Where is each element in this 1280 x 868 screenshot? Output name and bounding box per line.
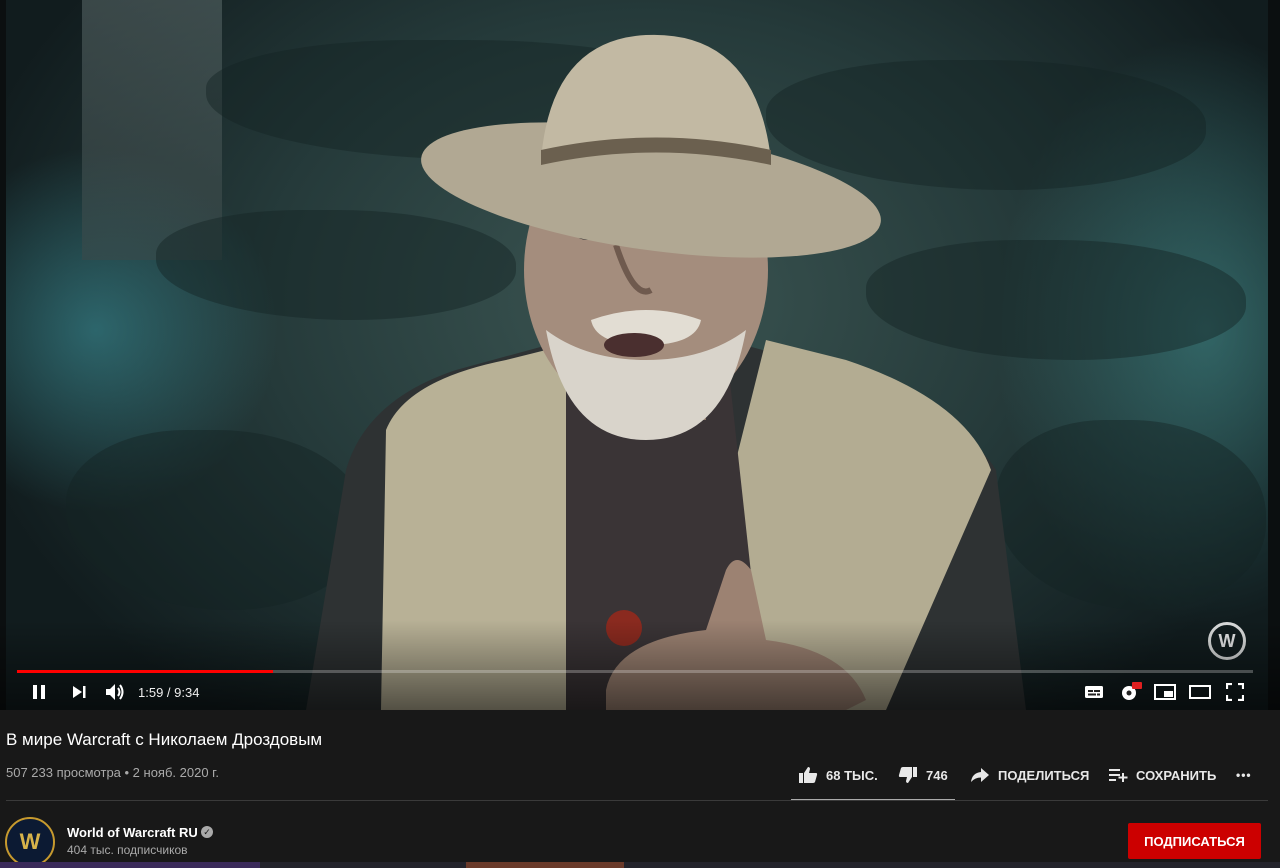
video-player[interactable]: W 1:59 / 9:34 [0,0,1280,710]
share-button[interactable]: ПОДЕЛИТЬСЯ [970,762,1089,788]
video-frame[interactable]: W [6,0,1268,710]
share-arrow-icon [971,768,989,782]
bottom-strip [0,862,1280,868]
share-label: ПОДЕЛИТЬСЯ [998,767,1090,783]
thumbs-up-icon [799,767,818,783]
like-count: 68 ТЫС. [826,767,878,783]
pause-icon [33,685,45,699]
dislike-count: 746 [926,767,948,783]
next-button[interactable] [70,680,88,704]
thumbs-down-icon [898,767,917,783]
section-divider [6,800,1268,801]
subscriber-count: 404 тыс. подписчиков [67,843,188,857]
presenter-figure [306,34,1026,710]
theater-mode-button[interactable] [1189,680,1211,704]
fullscreen-icon [1226,683,1244,701]
channel-avatar[interactable]: W [5,817,55,867]
channel-name[interactable]: World of Warcraft RU [67,825,198,840]
skip-next-icon [73,686,86,698]
volume-button[interactable] [104,680,126,704]
subtitles-button[interactable] [1084,680,1104,704]
volume-icon [106,684,124,700]
save-label: СОХРАНИТЬ [1136,767,1217,783]
verified-check-icon: ✓ [201,826,213,838]
time-display: 1:59 / 9:34 [138,684,200,700]
subscribe-button[interactable]: ПОДПИСАТЬСЯ [1128,823,1261,859]
miniplayer-icon [1154,684,1176,700]
video-meta: 507 233 просмотра • 2 нояб. 2020 г. [6,765,219,780]
save-button[interactable]: СОХРАНИТЬ [1108,762,1216,788]
settings-button[interactable] [1119,680,1143,704]
video-title: В мире Warcraft с Николаем Дроздовым [6,730,323,749]
settings-gear-icon [1122,682,1142,700]
miniplayer-button[interactable] [1154,680,1176,704]
subtitles-icon [1085,686,1103,698]
progress-fill [17,670,274,673]
dislike-button[interactable]: 746 [898,762,948,788]
more-icon: ••• [1236,768,1252,782]
like-button[interactable]: 68 ТЫС. [798,762,878,788]
more-actions-button[interactable]: ••• [1236,762,1252,788]
playlist-add-icon [1109,769,1128,782]
theater-mode-icon [1189,685,1211,699]
fullscreen-button[interactable] [1226,680,1244,704]
pause-button[interactable] [30,680,48,704]
progress-bar[interactable] [17,670,1253,673]
